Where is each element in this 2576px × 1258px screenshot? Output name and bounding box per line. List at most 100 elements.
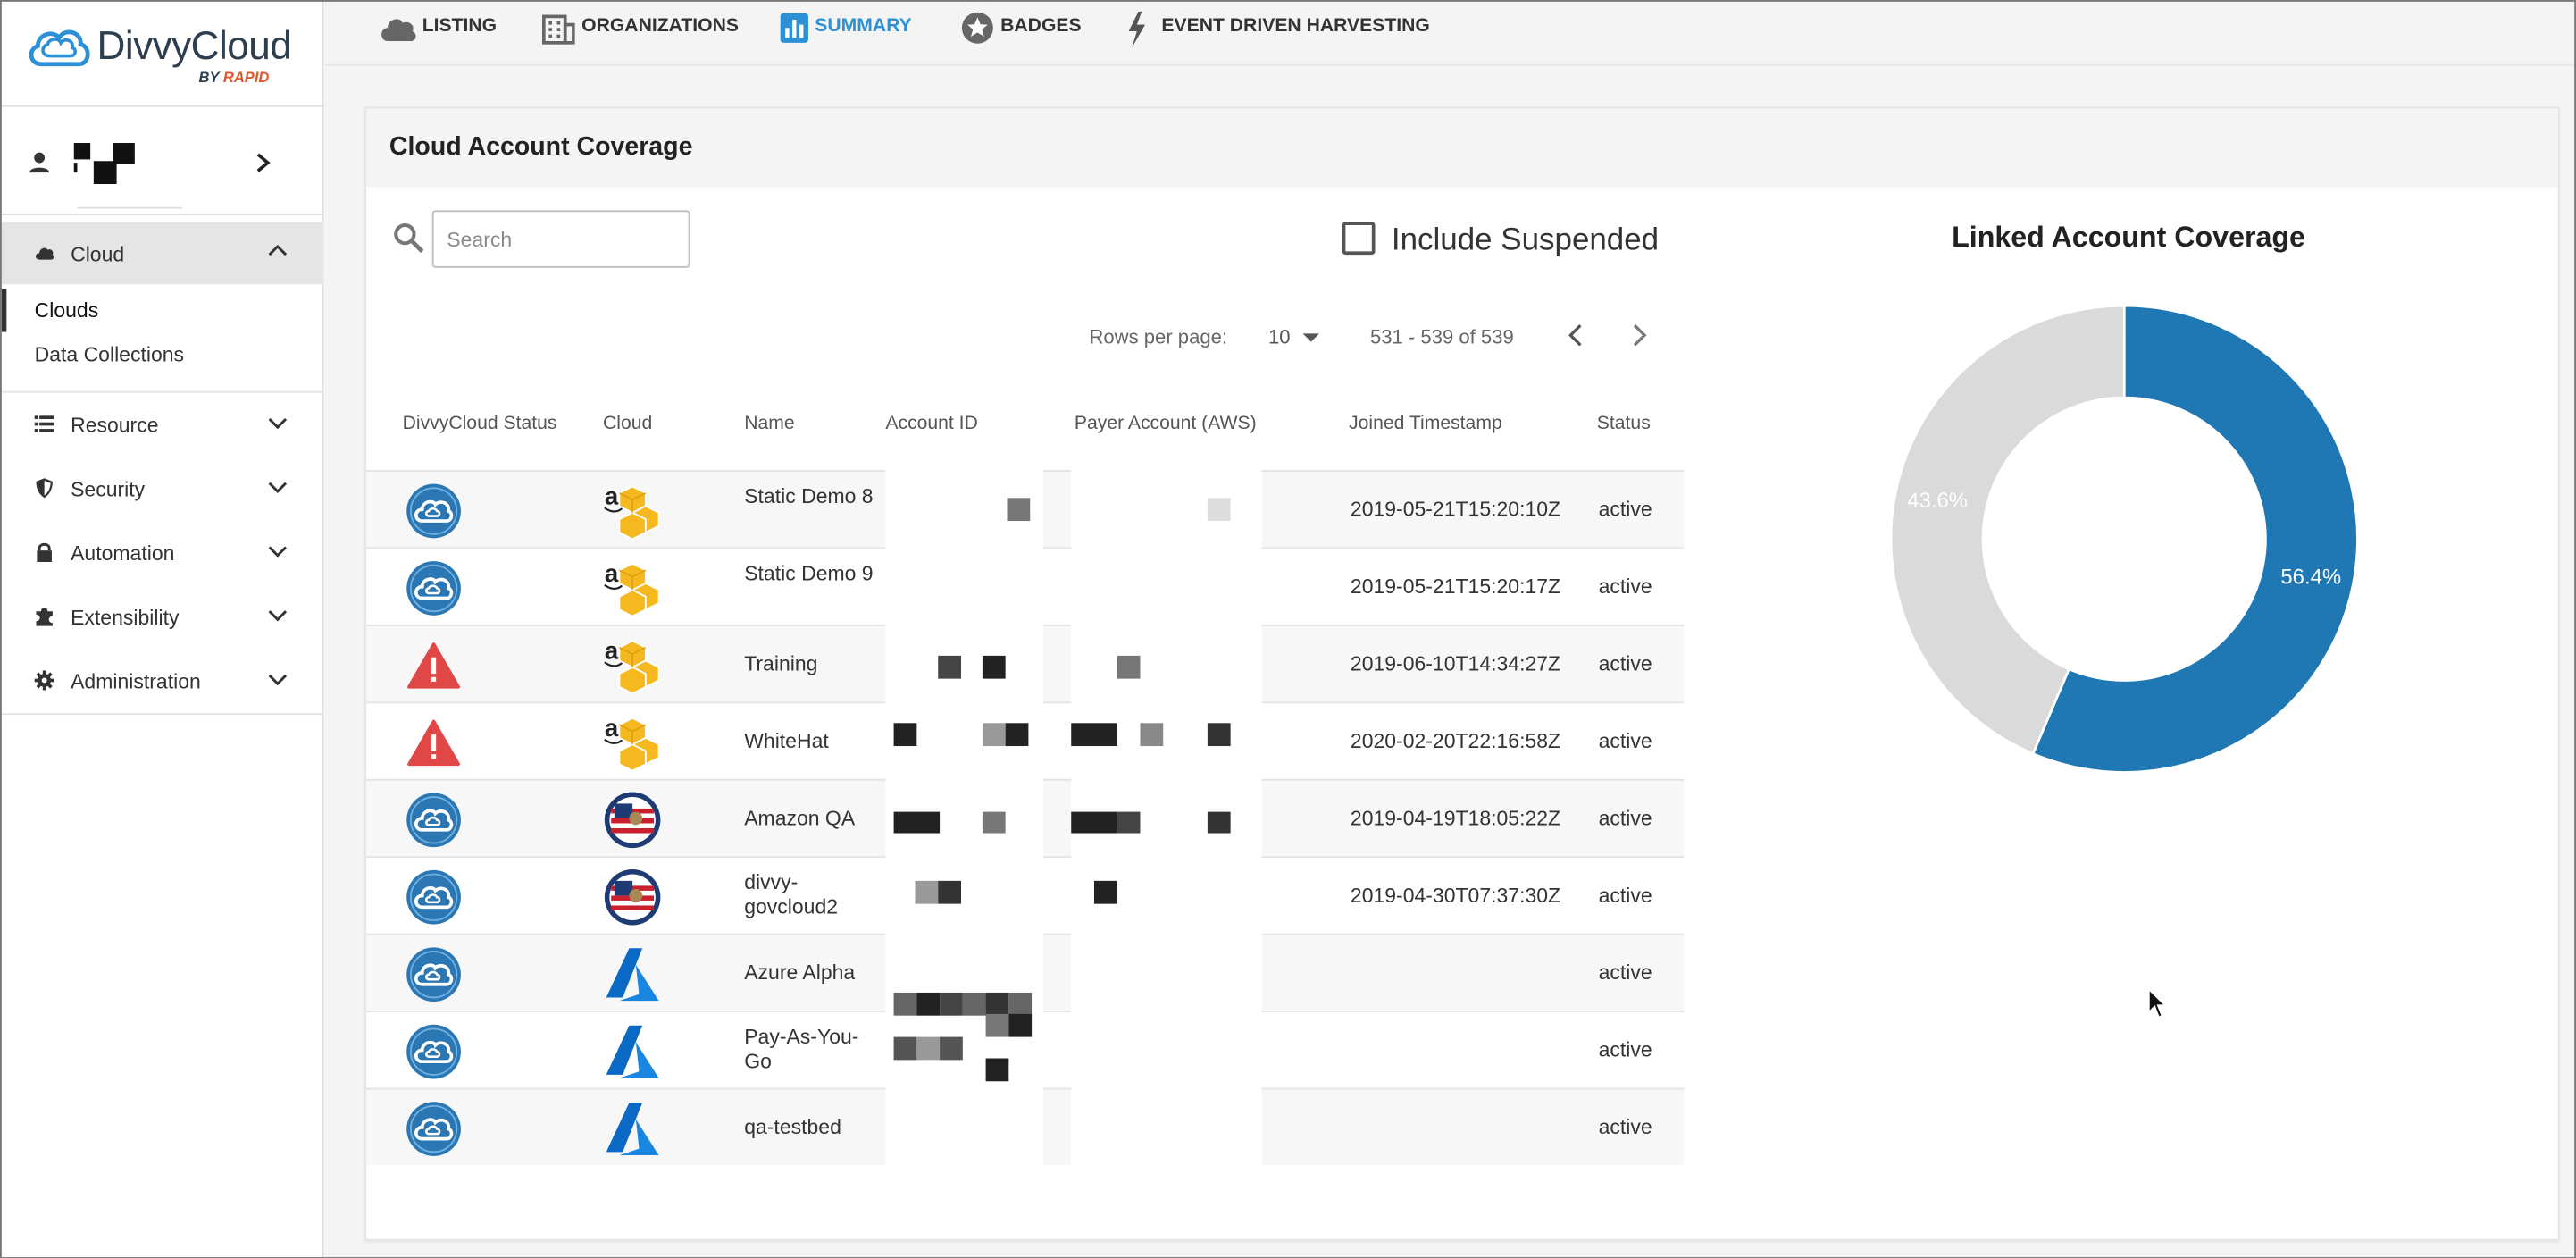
chevron-down-icon [268,482,288,494]
pagination-range: 531 - 539 of 539 [1369,325,1514,348]
donut-slice-label: 43.6% [1907,489,1968,513]
donut-slice-label: 56.4% [2280,565,2341,589]
account-name[interactable]: Training [744,652,875,677]
account-status: active [1598,652,1652,675]
user-underline [77,206,183,209]
linked-account-coverage-donut: 56.4% 43.6% [1889,304,2359,774]
sidebar-item-clouds[interactable]: Clouds [1,289,324,332]
divvycloud-ok-icon [406,869,461,925]
joined-timestamp: 2019-04-30T07:37:30Z [1350,884,1561,908]
lightning-icon [1128,11,1145,48]
rows-per-page-label: Rows per page: [1089,325,1228,348]
account-name[interactable]: qa-testbed [744,1116,875,1141]
warning-icon [407,642,461,689]
account-status: active [1598,498,1652,522]
chevron-down-icon [268,546,288,558]
tab-summary[interactable]: SUMMARY [779,10,927,49]
brand-by: BY RAPID [198,69,270,86]
chevron-right-icon[interactable] [255,153,271,172]
account-name[interactable]: Static Demo 9 [744,562,875,587]
list-icon [34,415,54,432]
caret-down-icon[interactable] [1302,333,1319,342]
account-status: active [1598,884,1652,908]
search-input[interactable] [431,210,690,268]
chart-title: Linked Account Coverage [1952,220,2305,254]
divvycloud-ok-icon [406,1024,461,1079]
tab-badges[interactable]: BADGES [961,10,1092,49]
column-header[interactable]: Joined Timestamp [1349,415,1502,434]
nav-section-automation[interactable]: Automation [2,521,324,583]
nav-section-administration[interactable]: Administration [2,650,324,712]
nav-section-label: Extensibility [71,606,180,630]
avatar [73,143,140,192]
nav-section-extensibility[interactable]: Extensibility [2,585,324,648]
column-header[interactable]: Payer Account (AWS) [1075,415,1257,434]
joined-timestamp: 2019-04-19T18:05:22Z [1350,807,1561,830]
lock-icon [37,542,52,563]
aws-icon: a [604,559,660,617]
tab-organizations[interactable]: ORGANIZATIONS [541,10,748,49]
nav-section-resource[interactable]: Resource [2,393,324,456]
joined-timestamp: 2019-05-21T15:20:17Z [1350,574,1561,599]
account-status: active [1598,1115,1652,1139]
account-name[interactable]: divvy-govcloud2 [744,871,875,920]
mouse-cursor-icon [2147,987,2168,1019]
rows-per-page-select[interactable]: 10 [1268,325,1291,348]
divvycloud-ok-icon [406,483,461,539]
account-name[interactable]: Azure Alpha [744,961,875,986]
chevron-right-icon[interactable] [1628,323,1652,348]
chevron-left-icon[interactable] [1564,323,1587,348]
column-header[interactable]: Account ID [885,415,977,434]
account-status: active [1598,1038,1652,1062]
nav-section-label: Administration [71,670,201,694]
column-header[interactable]: Name [744,415,794,434]
redacted-account-ids [885,470,1043,1166]
user-panel[interactable] [1,110,324,215]
chevron-down-icon [268,610,288,622]
cloud-icon [381,19,416,41]
account-name[interactable]: Pay-As-You-Go [744,1026,875,1075]
column-header[interactable]: Cloud [603,415,652,434]
svg-text:a: a [605,637,619,665]
account-status: active [1598,574,1652,599]
svg-text:a: a [605,482,619,510]
column-header[interactable]: DivvyCloud Status [403,415,557,434]
tab-event-driven-harvesting[interactable]: EVENT DRIVEN HARVESTING [1124,10,1430,49]
divvycloud-ok-icon [406,947,461,1002]
search-icon [394,222,424,254]
sidebar: DivvyCloud BY RAPID Cloud Clouds Data Co… [1,1,324,1258]
redacted-payer-accounts [1071,470,1262,1166]
nav-section-label: Security [71,478,146,501]
govcloud-icon [604,792,661,849]
app-root: DivvyCloud BY RAPID Cloud Clouds Data Co… [0,0,2576,1258]
bar-chart-icon [780,13,808,43]
divvycloud-ok-icon [406,1102,461,1156]
column-header[interactable]: Status [1597,415,1651,434]
include-suspended-checkbox[interactable] [1342,222,1376,256]
nav-section-security[interactable]: Security [2,457,324,519]
account-status: active [1598,960,1652,985]
account-name[interactable]: Static Demo 8 [744,485,875,510]
divvycloud-logo-icon [29,29,90,67]
divvycloud-ok-icon [406,793,461,848]
chevron-down-icon [268,417,288,430]
brand-name: DivvyCloud [96,24,292,70]
svg-text:a: a [605,559,619,587]
nav-section-label: Cloud [71,243,125,266]
sidebar-item-data-collections[interactable]: Data Collections [2,333,324,376]
nav-section-cloud[interactable]: Cloud [1,222,324,285]
account-name[interactable]: WhiteHat [744,730,875,755]
brand-logo[interactable]: DivvyCloud BY RAPID [1,2,324,107]
cloud-icon [36,247,54,260]
divvycloud-ok-icon [406,561,461,616]
tab-listing[interactable]: LISTING [378,10,509,49]
aws-icon: a [604,714,660,772]
account-name[interactable]: Amazon QA [744,807,875,832]
building-icon [541,14,575,45]
aws-icon: a [604,637,660,695]
joined-timestamp: 2019-06-10T14:34:27Z [1350,652,1561,675]
joined-timestamp: 2020-02-20T22:16:58Z [1350,729,1561,753]
joined-timestamp: 2019-05-21T15:20:10Z [1350,498,1561,522]
aws-icon: a [604,482,660,541]
person-icon [29,152,50,173]
